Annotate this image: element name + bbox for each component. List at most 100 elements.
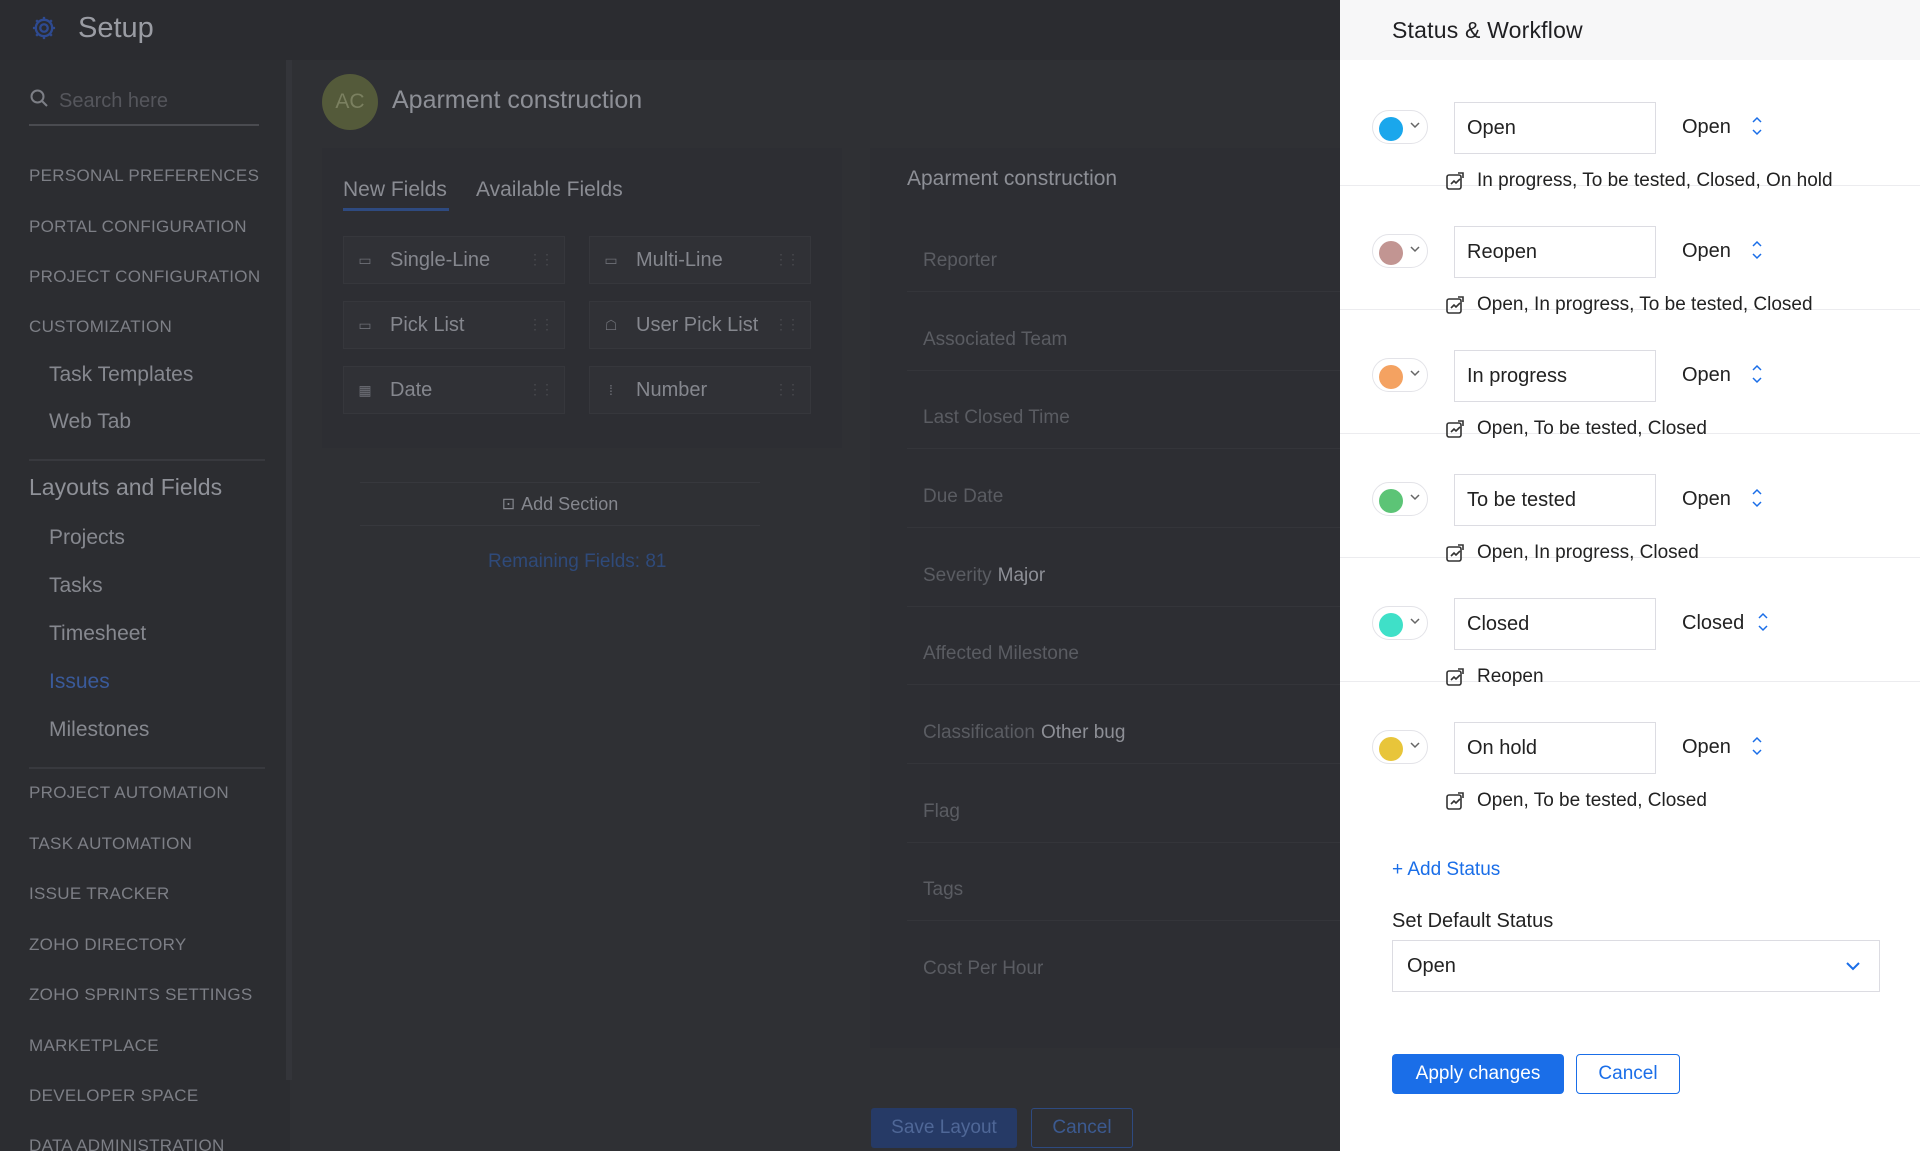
drag-handle-icon[interactable]: ⋮⋮ — [528, 316, 554, 333]
layout-title: Aparment construction — [907, 167, 1118, 190]
divider — [907, 763, 1340, 764]
sidebar-section-zoho-sprints-settings[interactable]: ZOHO SPRINTS SETTINGS — [29, 985, 253, 1005]
status-row-in-progress: Open Open, To be tested, Closed — [1340, 310, 1920, 439]
layout-panel — [870, 148, 1340, 1048]
sidebar-item-task-templates[interactable]: Task Templates — [49, 363, 193, 387]
layout-field-classification[interactable]: Classification Other bug — [923, 722, 1125, 744]
field-date[interactable]: ▦ Date ⋮⋮ — [343, 366, 565, 414]
calendar-icon: ▦ — [358, 381, 372, 398]
cancel-button[interactable]: Cancel — [1576, 1054, 1680, 1094]
status-name-input[interactable] — [1454, 102, 1656, 154]
user-pick-list-icon: ☖ — [604, 316, 618, 333]
status-color-picker[interactable] — [1372, 606, 1428, 640]
save-layout-button[interactable]: Save Layout — [871, 1108, 1017, 1148]
status-type-select[interactable]: Open — [1682, 240, 1731, 263]
drawer-header: Status & Workflow — [1340, 0, 1920, 60]
add-section-button[interactable]: ⊡ Add Section — [360, 482, 760, 526]
status-name-input[interactable] — [1454, 598, 1656, 650]
field-label: Number — [636, 378, 708, 401]
sidebar-item-tasks[interactable]: Tasks — [49, 574, 103, 598]
status-transitions[interactable]: Open, To be tested, Closed — [1477, 790, 1707, 812]
drag-handle-icon[interactable]: ⋮⋮ — [774, 381, 800, 398]
sort-arrows-icon[interactable] — [1750, 734, 1764, 758]
field-multi-line[interactable]: ▭ Multi-Line ⋮⋮ — [589, 236, 811, 284]
sort-arrows-icon[interactable] — [1750, 362, 1764, 386]
divider — [907, 370, 1340, 371]
field-single-line[interactable]: ▭ Single-Line ⋮⋮ — [343, 236, 565, 284]
layout-field-tags[interactable]: Tags — [923, 879, 969, 901]
status-type-select[interactable]: Closed — [1682, 612, 1744, 635]
sidebar-section-project-configuration[interactable]: PROJECT CONFIGURATION — [29, 267, 260, 287]
layout-field-label: Affected Milestone — [923, 643, 1079, 664]
drag-handle-icon[interactable]: ⋮⋮ — [774, 316, 800, 333]
layout-field-cost-per-hour[interactable]: Cost Per Hour — [923, 958, 1049, 980]
sort-arrows-icon[interactable] — [1756, 610, 1770, 634]
drag-handle-icon[interactable]: ⋮⋮ — [528, 381, 554, 398]
field-label: Single-Line — [390, 248, 491, 271]
layout-field-flag[interactable]: Flag — [923, 801, 966, 823]
status-type-select[interactable]: Open — [1682, 364, 1731, 387]
sort-arrows-icon[interactable] — [1750, 114, 1764, 138]
layout-field-reporter[interactable]: Reporter — [923, 250, 1003, 272]
sidebar-section-project-automation[interactable]: PROJECT AUTOMATION — [29, 783, 229, 803]
sidebar-item-projects[interactable]: Projects — [49, 526, 125, 550]
sidebar-item-milestones[interactable]: Milestones — [49, 718, 149, 742]
status-type-select[interactable]: Open — [1682, 736, 1731, 759]
sidebar-section-developer-space[interactable]: DEVELOPER SPACE — [29, 1086, 199, 1106]
layout-field-severity[interactable]: Severity Major — [923, 565, 1045, 587]
sidebar-section-issue-tracker[interactable]: ISSUE TRACKER — [29, 884, 170, 904]
cancel-layout-button[interactable]: Cancel — [1031, 1108, 1133, 1148]
layout-field-label: Severity — [923, 565, 992, 586]
chevron-down-icon — [1410, 742, 1420, 749]
status-name-input[interactable] — [1454, 722, 1656, 774]
status-name-input[interactable] — [1454, 350, 1656, 402]
sidebar-item-web-tab[interactable]: Web Tab — [49, 410, 131, 434]
field-label: Multi-Line — [636, 248, 723, 271]
sidebar-section-zoho-directory[interactable]: ZOHO DIRECTORY — [29, 935, 187, 955]
tab-available-fields[interactable]: Available Fields — [476, 178, 623, 202]
status-color-picker[interactable] — [1372, 482, 1428, 516]
apply-changes-button[interactable]: Apply changes — [1392, 1054, 1564, 1094]
layout-field-last-closed-time[interactable]: Last Closed Time — [923, 407, 1076, 429]
field-label: Date — [390, 378, 433, 401]
sidebar-section-portal-configuration[interactable]: PORTAL CONFIGURATION — [29, 217, 247, 237]
default-status-value: Open — [1407, 955, 1456, 977]
top-bar — [0, 0, 1340, 60]
add-status-link[interactable]: + Add Status — [1392, 859, 1500, 881]
status-color-swatch — [1379, 613, 1403, 637]
field-number[interactable]: ⁞ Number ⋮⋮ — [589, 366, 811, 414]
sidebar-section-task-automation[interactable]: TASK AUTOMATION — [29, 834, 192, 854]
drag-handle-icon[interactable]: ⋮⋮ — [528, 251, 554, 268]
field-pick-list[interactable]: ▭ Pick List ⋮⋮ — [343, 301, 565, 349]
layout-field-due-date[interactable]: Due Date — [923, 486, 1009, 508]
sidebar-item-timesheet[interactable]: Timesheet — [49, 622, 146, 646]
gear-icon — [32, 16, 56, 40]
sidebar-group-layouts-and-fields[interactable]: Layouts and Fields — [29, 474, 222, 501]
sidebar-section-customization[interactable]: CUSTOMIZATION — [29, 317, 172, 337]
sidebar-item-issues[interactable]: Issues — [49, 670, 110, 694]
sidebar-section-personal-preferences[interactable]: PERSONAL PREFERENCES — [29, 166, 259, 186]
sidebar-section-marketplace[interactable]: MARKETPLACE — [29, 1036, 159, 1056]
default-status-select[interactable]: Open — [1392, 940, 1880, 992]
status-color-picker[interactable] — [1372, 234, 1428, 268]
status-type-select[interactable]: Open — [1682, 488, 1731, 511]
sidebar-divider — [29, 459, 265, 461]
layout-field-associated-team[interactable]: Associated Team — [923, 329, 1073, 351]
status-name-input[interactable] — [1454, 474, 1656, 526]
divider — [907, 842, 1340, 843]
status-color-picker[interactable] — [1372, 730, 1428, 764]
status-color-picker[interactable] — [1372, 110, 1428, 144]
status-color-picker[interactable] — [1372, 358, 1428, 392]
sidebar-section-data-administration[interactable]: DATA ADMINISTRATION — [29, 1136, 225, 1151]
sidebar-scrollbar[interactable] — [286, 60, 292, 1080]
sort-arrows-icon[interactable] — [1750, 238, 1764, 262]
drag-handle-icon[interactable]: ⋮⋮ — [774, 251, 800, 268]
layout-field-affected-milestone[interactable]: Affected Milestone — [923, 643, 1085, 665]
status-type-select[interactable]: Open — [1682, 116, 1731, 139]
layout-field-value: Other bug — [1040, 722, 1126, 743]
sort-arrows-icon[interactable] — [1750, 486, 1764, 510]
field-user-pick-list[interactable]: ☖ User Pick List ⋮⋮ — [589, 301, 811, 349]
tab-new-fields[interactable]: New Fields — [343, 178, 447, 202]
status-name-input[interactable] — [1454, 226, 1656, 278]
search-input[interactable] — [59, 86, 255, 116]
